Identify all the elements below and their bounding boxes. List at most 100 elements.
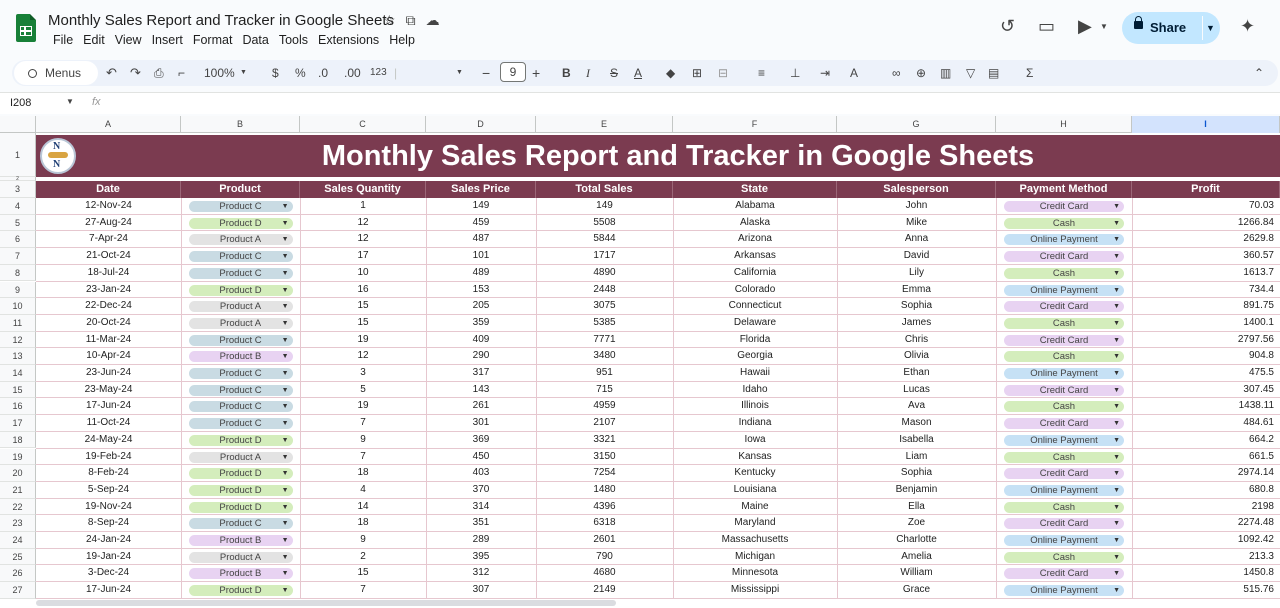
cell-sales-quantity[interactable]: 15 — [300, 298, 426, 314]
row-header-26[interactable]: 26 — [0, 565, 36, 583]
horizontal-align-icon[interactable]: ≡ — [758, 60, 765, 86]
product-dropdown-chip[interactable]: Product C ▼ — [188, 401, 293, 413]
row-header-15[interactable]: 15 — [0, 381, 36, 399]
cell-total-sales[interactable]: 149 — [536, 198, 673, 214]
payment-method-dropdown-chip[interactable]: Credit Card ▼ — [1004, 568, 1124, 580]
menu-help[interactable]: Help — [384, 33, 420, 47]
product-dropdown-chip[interactable]: Product C ▼ — [188, 368, 293, 379]
payment-method-dropdown-chip[interactable]: Online Payment ▼ — [1004, 234, 1124, 246]
cell-sales-quantity[interactable]: 12 — [300, 231, 426, 247]
cell-state[interactable]: Connecticut — [673, 298, 837, 314]
cell-sales-price[interactable]: 317 — [426, 365, 536, 381]
cell-total-sales[interactable]: 3321 — [536, 432, 673, 448]
functions-icon[interactable]: Σ — [1026, 60, 1033, 86]
font-size-decrease-icon[interactable]: − — [482, 60, 490, 86]
row-header-17[interactable]: 17 — [0, 415, 36, 432]
horizontal-scrollbar[interactable] — [36, 600, 616, 606]
cell-state[interactable]: Kentucky — [673, 465, 837, 481]
fill-color-icon[interactable]: ◆ — [666, 60, 675, 86]
paint-format-icon[interactable]: ⌐ — [178, 60, 185, 86]
product-dropdown-chip[interactable]: Product B ▼ — [188, 568, 293, 580]
cell-salesperson[interactable]: Liam — [837, 449, 996, 465]
cell-date[interactable]: 21-Oct-24 — [36, 248, 181, 264]
product-dropdown-chip[interactable]: Product D ▼ — [188, 484, 293, 496]
font-size-input[interactable]: 9 — [500, 62, 526, 82]
row-header-23[interactable]: 23 — [0, 515, 36, 532]
menu-data[interactable]: Data — [237, 33, 273, 47]
product-dropdown-chip[interactable]: Product C ▼ — [188, 201, 293, 212]
cell-profit[interactable]: 1266.84 — [1132, 215, 1280, 231]
cell-total-sales[interactable]: 790 — [536, 549, 673, 565]
cell-date[interactable]: 20-Oct-24 — [36, 315, 181, 331]
cell-sales-quantity[interactable]: 16 — [300, 282, 426, 298]
cell-sales-price[interactable]: 489 — [426, 265, 536, 281]
cell-state[interactable]: Arizona — [673, 231, 837, 247]
row-header-18[interactable]: 18 — [0, 431, 36, 449]
comments-icon[interactable]: ▭ — [1038, 16, 1055, 37]
payment-method-dropdown-chip[interactable]: Cash ▼ — [1004, 317, 1124, 329]
search-menus-button[interactable]: Menus — [14, 61, 98, 85]
vertical-align-icon[interactable]: ⊥ — [790, 60, 800, 86]
cell-profit[interactable]: 680.8 — [1132, 482, 1280, 498]
cell-state[interactable]: Illinois — [673, 398, 837, 414]
cell-sales-quantity[interactable]: 17 — [300, 248, 426, 264]
cell-salesperson[interactable]: Isabella — [837, 432, 996, 448]
row-header-22[interactable]: 22 — [0, 498, 36, 516]
sheet-grid[interactable]: ABCDEFGHI N N Monthly Sales Report and T… — [0, 116, 1280, 608]
payment-method-dropdown-chip[interactable]: Online Payment ▼ — [1004, 284, 1124, 296]
cell-date[interactable]: 5-Sep-24 — [36, 482, 181, 498]
cell-sales-price[interactable]: 101 — [426, 248, 536, 264]
cell-profit[interactable]: 664.2 — [1132, 432, 1280, 448]
header-sales-price[interactable]: Sales Price — [426, 181, 536, 198]
cell-sales-quantity[interactable]: 19 — [300, 332, 426, 348]
cell-state[interactable]: Alabama — [673, 198, 837, 214]
cell-profit[interactable]: 475.5 — [1132, 365, 1280, 381]
cell-date[interactable]: 8-Sep-24 — [36, 515, 181, 531]
cell-profit[interactable]: 515.76 — [1132, 582, 1280, 598]
cell-total-sales[interactable]: 5385 — [536, 315, 673, 331]
product-dropdown-chip[interactable]: Product C ▼ — [188, 267, 293, 279]
number-format-button[interactable]: 123 — [370, 60, 387, 86]
cell-salesperson[interactable]: Ava — [837, 398, 996, 414]
cell-sales-quantity[interactable]: 12 — [300, 348, 426, 364]
cell-date[interactable]: 18-Jul-24 — [36, 265, 181, 281]
payment-method-dropdown-chip[interactable]: Cash ▼ — [1004, 451, 1124, 463]
cell-profit[interactable]: 2629.8 — [1132, 231, 1280, 247]
cell-salesperson[interactable]: Ethan — [837, 365, 996, 381]
payment-method-dropdown-chip[interactable]: Cash ▼ — [1004, 501, 1124, 513]
zoom-dropdown-icon[interactable]: ▼ — [240, 60, 247, 86]
cell-state[interactable]: Indiana — [673, 415, 837, 431]
borders-icon[interactable]: ⊞ — [692, 60, 702, 86]
cell-total-sales[interactable]: 4680 — [536, 565, 673, 581]
cell-sales-price[interactable]: 289 — [426, 532, 536, 548]
font-family-dropdown-icon[interactable]: ▼ — [456, 60, 463, 86]
cell-sales-quantity[interactable]: 18 — [300, 515, 426, 531]
cell-date[interactable]: 17-Jun-24 — [36, 398, 181, 414]
cell-total-sales[interactable]: 5508 — [536, 215, 673, 231]
cell-date[interactable]: 19-Feb-24 — [36, 449, 181, 465]
cell-sales-quantity[interactable]: 3 — [300, 365, 426, 381]
cell-sales-price[interactable]: 312 — [426, 565, 536, 581]
menu-insert[interactable]: Insert — [147, 33, 188, 47]
insert-link-icon[interactable]: ∞ — [892, 60, 901, 86]
cell-sales-price[interactable]: 153 — [426, 282, 536, 298]
cell-sales-price[interactable]: 487 — [426, 231, 536, 247]
header-total-sales[interactable]: Total Sales — [536, 181, 673, 198]
cell-profit[interactable]: 484.61 — [1132, 415, 1280, 431]
cell-total-sales[interactable]: 3150 — [536, 449, 673, 465]
product-dropdown-chip[interactable]: Product C ▼ — [188, 384, 293, 396]
payment-method-dropdown-chip[interactable]: Credit Card ▼ — [1004, 201, 1124, 212]
row-header-7[interactable]: 7 — [0, 248, 36, 265]
cell-sales-quantity[interactable]: 7 — [300, 449, 426, 465]
product-dropdown-chip[interactable]: Product D ▼ — [188, 217, 293, 229]
product-dropdown-chip[interactable]: Product A ▼ — [188, 234, 293, 246]
text-wrap-icon[interactable]: ⇥ — [820, 60, 830, 86]
cell-salesperson[interactable]: William — [837, 565, 996, 581]
cell-total-sales[interactable]: 715 — [536, 382, 673, 398]
cell-state[interactable]: Arkansas — [673, 248, 837, 264]
cell-salesperson[interactable]: Emma — [837, 282, 996, 298]
cell-state[interactable]: Massachusetts — [673, 532, 837, 548]
cell-date[interactable]: 23-Jun-24 — [36, 365, 181, 381]
share-dropdown-icon[interactable]: ▼ — [1206, 12, 1215, 44]
cell-state[interactable]: Idaho — [673, 382, 837, 398]
